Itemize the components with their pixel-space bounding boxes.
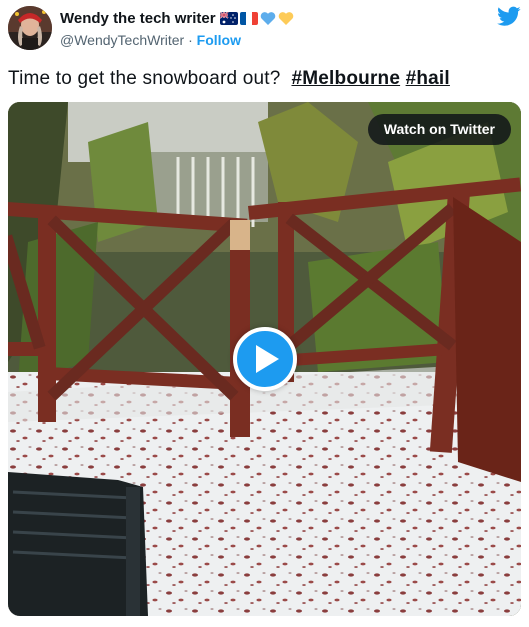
- blue-heart-icon: [260, 12, 276, 25]
- follow-button[interactable]: Follow: [197, 32, 241, 48]
- play-icon: [256, 345, 279, 373]
- author-badges: [220, 11, 294, 26]
- hashtag-melbourne[interactable]: #Melbourne: [291, 68, 400, 89]
- tweet-text: Time to get the snowboard out? #Melbourn…: [8, 67, 450, 91]
- author-handle[interactable]: @WendyTechWriter: [60, 32, 184, 48]
- author-avatar[interactable]: [8, 6, 52, 50]
- tweet-card: Wendy the tech writer @WendyTechWriter ·…: [0, 0, 529, 627]
- author-handle-row: @WendyTechWriter · Follow: [60, 32, 241, 49]
- play-button[interactable]: [233, 327, 297, 391]
- yellow-heart-icon: [278, 12, 294, 25]
- australia-flag-icon: [220, 12, 238, 25]
- author-display-name[interactable]: Wendy the tech writer: [60, 10, 216, 28]
- separator-dot: ·: [188, 32, 193, 48]
- video-thumbnail[interactable]: Watch on Twitter: [8, 102, 521, 616]
- watch-on-twitter-button[interactable]: Watch on Twitter: [367, 114, 511, 145]
- tweet-body-text: Time to get the snowboard out?: [8, 68, 281, 89]
- avatar-photo: [8, 6, 52, 50]
- twitter-bird-icon[interactable]: [497, 6, 521, 27]
- hashtag-hail[interactable]: #hail: [406, 68, 450, 89]
- france-flag-icon: [240, 12, 258, 25]
